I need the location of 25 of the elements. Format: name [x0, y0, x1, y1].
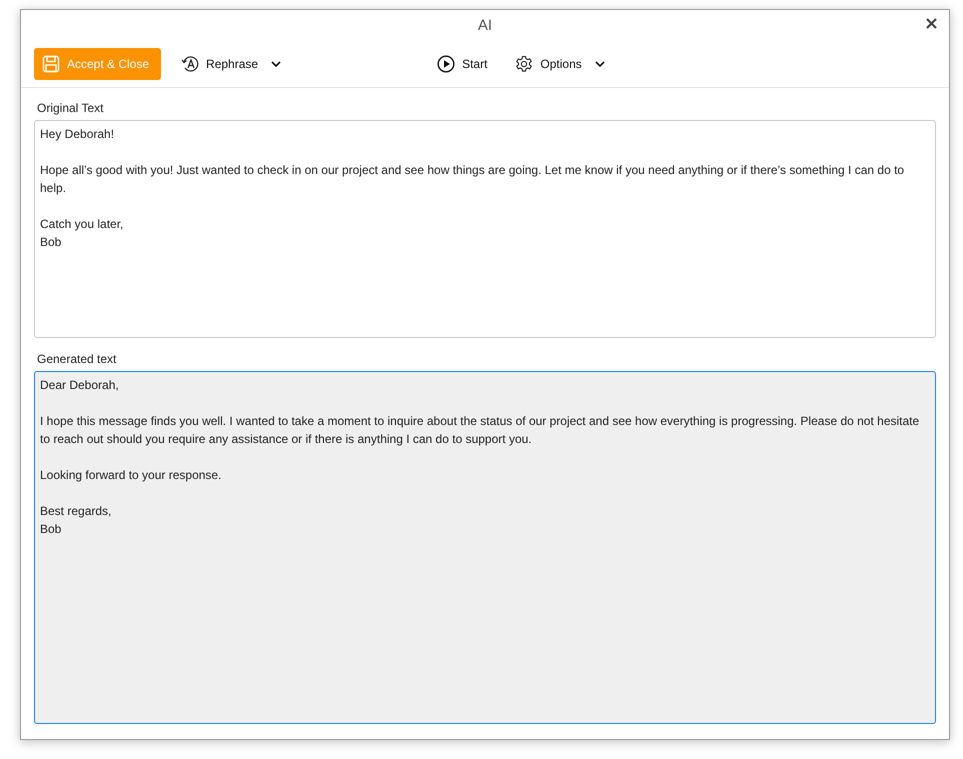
- text-paragraph: Hope all’s good with you! Just wanted to check in on our project and see how things are going. Let me know if you need anything or if there’s something I can do to help.: [40, 162, 906, 197]
- close-icon: [926, 18, 937, 29]
- caret-icon: [271, 60, 282, 66]
- toolbar-button[interactable]: Options: [507, 48, 613, 80]
- generated-text-field[interactable]: [34, 371, 936, 724]
- toolbar-button[interactable]: Rephrase: [173, 48, 290, 80]
- text-paragraph: Dear Deborah,: [40, 377, 120, 394]
- field-label: Original Text: [37, 101, 104, 115]
- text-line: Bob: [40, 521, 62, 538]
- save-icon: [42, 54, 60, 72]
- field-label: Generated text: [37, 352, 118, 366]
- rephrase-icon: [181, 54, 200, 72]
- text-line: Bob: [40, 234, 62, 251]
- settings-icon: [515, 54, 534, 72]
- toolbar-button[interactable]: Start: [429, 48, 496, 80]
- play-icon: [437, 54, 456, 72]
- text-line: Catch you later,: [40, 216, 124, 233]
- text-paragraph: Looking forward to your response.: [40, 467, 222, 484]
- original-text-field[interactable]: [34, 120, 936, 338]
- text-paragraph: Hey Deborah!: [40, 126, 116, 143]
- text-line: Best regards,: [40, 503, 112, 520]
- window-title: AI: [478, 16, 492, 34]
- text-paragraph: I hope this message finds you well. I wanted to take a moment to inquire about the status of our project and see how everything is progressing. Please do not hesitate to reach out should you require any assistance or if there is anything I can do to support you.: [40, 413, 920, 448]
- close-button[interactable]: [926, 18, 937, 29]
- caret-icon: [594, 60, 605, 66]
